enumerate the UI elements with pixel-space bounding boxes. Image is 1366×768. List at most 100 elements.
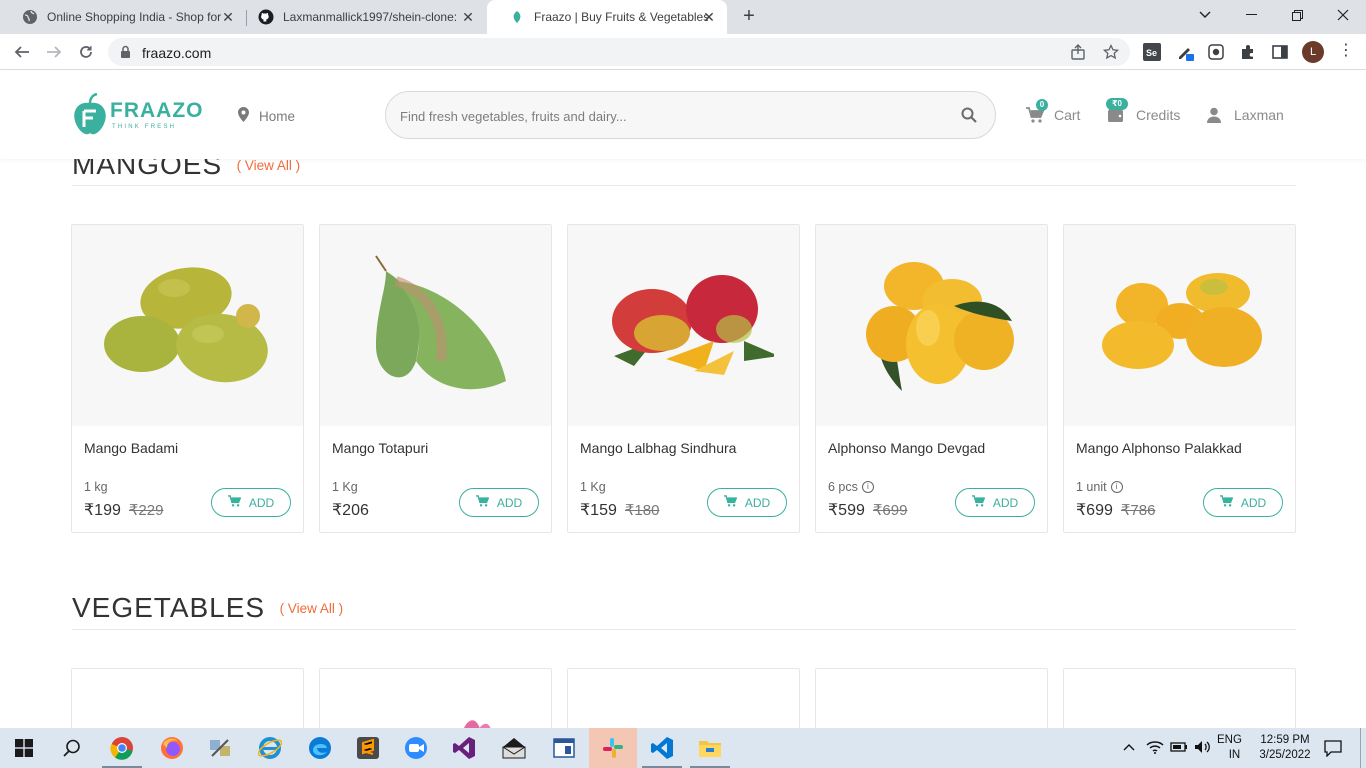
product-quantity: 1 unit i: [1076, 480, 1123, 494]
language-indicator[interactable]: ENG IN: [1217, 728, 1242, 768]
eyedropper-extension-icon[interactable]: [1176, 42, 1196, 62]
browser-tab-amazon[interactable]: Online Shopping India - Shop for ✕: [0, 0, 246, 34]
add-label: ADD: [744, 495, 771, 510]
user-account-link[interactable]: Laxman: [1206, 107, 1284, 123]
close-tab-icon[interactable]: ✕: [220, 9, 236, 25]
browser-tab-github[interactable]: Laxmanmallick1997/shein-clone: ✕: [236, 0, 486, 34]
original-price: ₹786: [1120, 502, 1156, 519]
user-icon: [1206, 107, 1224, 123]
mail-taskbar-icon[interactable]: [490, 728, 538, 768]
tab-title: Fraazo | Buy Fruits & Vegetables: [534, 10, 708, 24]
back-arrow-icon[interactable]: [10, 40, 34, 64]
close-window-button[interactable]: [1320, 0, 1366, 30]
chrome-menu-icon[interactable]: ⋮: [1336, 42, 1356, 62]
record-extension-icon[interactable]: [1206, 42, 1226, 62]
credits-link[interactable]: ₹0 Credits: [1106, 98, 1180, 123]
add-to-cart-button[interactable]: ADD: [955, 488, 1035, 517]
info-icon[interactable]: i: [1110, 481, 1123, 493]
new-tab-button[interactable]: +: [738, 6, 760, 28]
product-name[interactable]: Alphonso Mango Devgad: [828, 440, 985, 456]
product-name[interactable]: Mango Alphonso Palakkad: [1076, 440, 1242, 456]
windows-start-icon[interactable]: [0, 728, 48, 768]
zoom-taskbar-icon[interactable]: [392, 728, 440, 768]
product-name[interactable]: Mango Badami: [84, 440, 178, 456]
show-desktop-divider[interactable]: [1360, 728, 1361, 768]
browser-tab-fraazo[interactable]: Fraazo | Buy Fruits & Vegetables ✕: [487, 0, 727, 34]
add-label: ADD: [248, 495, 275, 510]
chevron-up-icon[interactable]: [1120, 742, 1138, 754]
search-input[interactable]: [400, 104, 940, 128]
side-panel-icon[interactable]: [1270, 42, 1290, 62]
firefox-taskbar-icon[interactable]: [148, 728, 196, 768]
info-icon[interactable]: i: [861, 481, 874, 493]
clock-date: 3/25/2022: [1259, 749, 1311, 761]
close-tab-icon[interactable]: ✕: [701, 9, 717, 25]
product-name[interactable]: Mango Totapuri: [332, 440, 428, 456]
product-card[interactable]: [815, 668, 1048, 728]
lock-icon[interactable]: [120, 45, 131, 64]
product-quantity: 1 Kg: [332, 480, 358, 494]
product-card[interactable]: Alphonso Mango Devgad 6 pcs i ₹599 ₹699 AD…: [815, 224, 1048, 533]
add-to-cart-button[interactable]: ADD: [1203, 488, 1283, 517]
slack-taskbar-icon[interactable]: [589, 728, 637, 768]
close-tab-icon[interactable]: ✕: [460, 9, 476, 25]
bookmark-star-icon[interactable]: [1102, 43, 1120, 60]
view-all-link[interactable]: ( View All ): [237, 159, 301, 173]
home-label: Home: [259, 108, 296, 124]
visual-studio-taskbar-icon[interactable]: [440, 728, 488, 768]
product-card[interactable]: Mango Badami 1 kg ₹199 ₹229 ADD: [71, 224, 304, 533]
app-window-taskbar-icon[interactable]: [540, 728, 588, 768]
product-image[interactable]: [72, 225, 303, 426]
home-nav-link[interactable]: Home: [238, 107, 295, 125]
tab-search-icon[interactable]: [1182, 0, 1228, 30]
notification-icon[interactable]: [1324, 728, 1342, 768]
internet-explorer-taskbar-icon[interactable]: [246, 728, 294, 768]
product-card[interactable]: Mango Alphonso Palakkad 1 unit i ₹699 ₹786…: [1063, 224, 1296, 533]
volume-icon[interactable]: [1194, 740, 1212, 757]
product-card[interactable]: [71, 668, 304, 728]
windows-taskbar: ENG IN 12:59 PM 3/25/2022: [0, 728, 1366, 768]
product-image[interactable]: [1064, 225, 1295, 426]
chrome-taskbar-icon[interactable]: [98, 728, 146, 768]
clock[interactable]: 12:59 PM 3/25/2022: [1255, 728, 1315, 768]
search-icon[interactable]: [961, 107, 977, 128]
product-image[interactable]: [816, 225, 1047, 426]
cart-link[interactable]: 0 Cart: [1026, 99, 1080, 123]
add-label: ADD: [992, 495, 1019, 510]
product-image[interactable]: [568, 225, 799, 426]
product-card[interactable]: Mango Totapuri 1 Kg ₹206 ADD: [319, 224, 552, 533]
tab-title: Laxmanmallick1997/shein-clone:: [283, 10, 458, 24]
add-to-cart-button[interactable]: ADD: [459, 488, 539, 517]
fraazo-logo[interactable]: FRAAZO THINK FRESH: [72, 93, 203, 137]
share-icon[interactable]: [1070, 44, 1086, 60]
product-card[interactable]: [1063, 668, 1296, 728]
product-card[interactable]: Mango Lalbhag Sindhura 1 Kg ₹159 ₹180 ADD: [567, 224, 800, 533]
reload-icon[interactable]: [74, 40, 98, 64]
taskbar-search-icon[interactable]: [48, 728, 96, 768]
selenium-extension-icon[interactable]: Se: [1142, 42, 1162, 62]
product-name[interactable]: Mango Lalbhag Sindhura: [580, 440, 736, 456]
file-explorer-taskbar-icon[interactable]: [686, 728, 734, 768]
forward-arrow-icon[interactable]: [42, 40, 66, 64]
product-image[interactable]: [320, 225, 551, 426]
selling-price: ₹159: [580, 502, 617, 519]
puzzle-extensions-icon[interactable]: [1238, 42, 1258, 62]
cart-icon: 0: [1026, 99, 1048, 123]
vscode-taskbar-icon[interactable]: [638, 728, 686, 768]
minimize-button[interactable]: [1228, 0, 1274, 30]
add-to-cart-button[interactable]: ADD: [707, 488, 787, 517]
view-all-link[interactable]: ( View All ): [280, 601, 344, 616]
add-to-cart-button[interactable]: ADD: [211, 488, 291, 517]
tools-taskbar-icon[interactable]: [196, 728, 244, 768]
address-bar[interactable]: fraazo.com: [108, 38, 1130, 66]
wifi-icon[interactable]: [1146, 740, 1164, 757]
battery-icon[interactable]: [1170, 741, 1188, 756]
product-card[interactable]: [567, 668, 800, 728]
product-card[interactable]: [319, 668, 552, 728]
sublime-text-taskbar-icon[interactable]: [344, 728, 392, 768]
profile-avatar[interactable]: L: [1302, 41, 1324, 63]
edge-taskbar-icon[interactable]: [296, 728, 344, 768]
product-price: ₹206: [332, 500, 369, 520]
restore-button[interactable]: [1274, 0, 1320, 30]
language-label: ENG: [1217, 734, 1242, 746]
